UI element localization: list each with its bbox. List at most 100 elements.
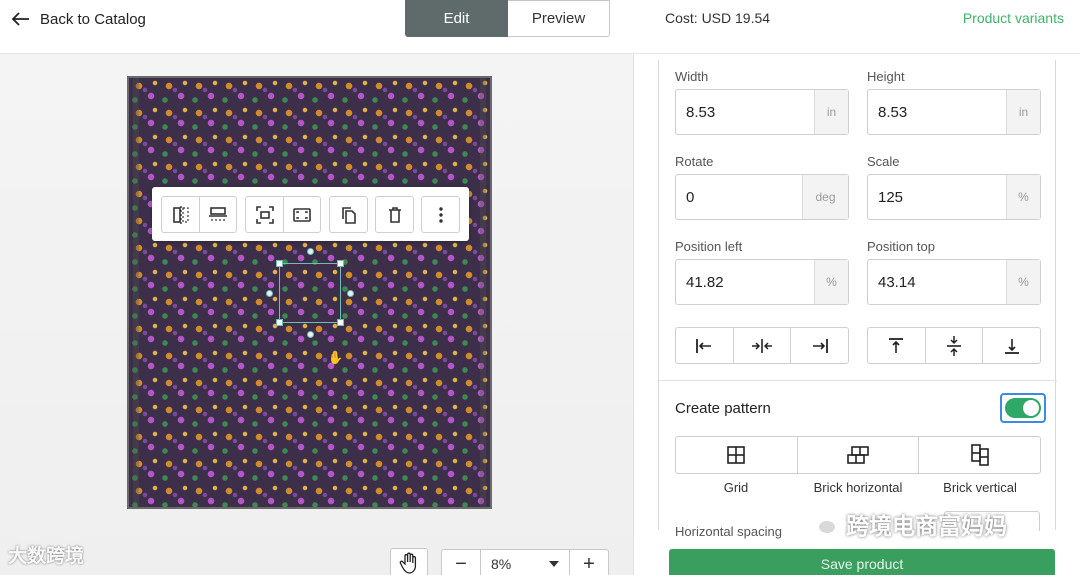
scale-field: % (867, 174, 1041, 220)
watermark-logo: 大数跨境 (8, 546, 85, 567)
width-label: Width (675, 69, 709, 84)
zoom-in-button[interactable]: + (570, 550, 608, 575)
mockup-edge-right (480, 78, 486, 507)
position-top-input[interactable] (868, 260, 1006, 304)
align-bottom-icon (1004, 338, 1019, 354)
zoom-out-button[interactable]: − (442, 550, 480, 575)
rotate-label: Rotate (675, 154, 714, 169)
save-product-button[interactable]: Save product (669, 549, 1055, 575)
tab-edit[interactable]: Edit (405, 0, 508, 37)
resize-handle[interactable] (276, 319, 283, 326)
caret-down-icon (549, 561, 559, 567)
align-middle-button[interactable] (924, 328, 983, 363)
hand-cursor-icon: ✋ (328, 351, 343, 365)
rotate-input[interactable] (676, 175, 802, 219)
rotate-field: deg (675, 174, 849, 220)
delete-button[interactable] (376, 197, 413, 232)
delete-icon (388, 206, 401, 223)
position-top-label: Position top (867, 239, 935, 254)
scale-input[interactable] (868, 175, 1006, 219)
scale-unit: % (1006, 175, 1040, 219)
duplicate-button[interactable] (330, 197, 367, 232)
duplicate-icon (341, 206, 356, 224)
scale-label: Scale (867, 154, 900, 169)
pan-tool-button[interactable] (390, 548, 428, 575)
duplicate-group (329, 196, 368, 233)
align-bottom-button[interactable] (982, 328, 1040, 363)
flip-vertical-icon (209, 206, 227, 221)
align-top-icon (889, 337, 904, 353)
mockup-edge-left (133, 78, 139, 507)
width-unit: in (814, 90, 848, 134)
align-middle-vertical-icon (947, 335, 961, 356)
toggle-knob (1023, 400, 1039, 416)
mode-tabs: Edit Preview (405, 0, 610, 37)
width-field: in (675, 89, 849, 135)
section-divider (659, 380, 1057, 381)
flip-horizontal-icon (172, 205, 189, 224)
align-center-horizontal-button[interactable] (732, 328, 791, 363)
resize-handle[interactable] (337, 260, 344, 267)
align-right-button[interactable] (790, 328, 848, 363)
delete-group (375, 196, 414, 233)
height-unit: in (1006, 90, 1040, 134)
grid-icon (727, 446, 746, 464)
resize-handle[interactable] (276, 260, 283, 267)
pattern-brick-horizontal-button[interactable] (796, 437, 919, 473)
rotate-handle[interactable] (307, 248, 314, 255)
brick-vertical-icon (970, 444, 989, 466)
more-options-button[interactable] (422, 197, 459, 232)
wechat-icon (807, 513, 837, 535)
resize-handle[interactable] (337, 319, 344, 326)
position-left-input[interactable] (676, 260, 814, 304)
resize-handle[interactable] (266, 290, 273, 297)
position-top-unit: % (1006, 260, 1040, 304)
tab-preview[interactable]: Preview (508, 0, 610, 37)
rotate-unit: deg (802, 175, 848, 219)
flip-horizontal-button[interactable] (162, 197, 199, 232)
cost-label: Cost: USD 19.54 (665, 10, 771, 26)
toggle-switch (1005, 398, 1041, 418)
design-canvas[interactable]: ✋ (0, 54, 633, 575)
wechat-watermark: 跨境电商富妈妈 (806, 509, 1007, 539)
watermark-text: 跨境电商富妈妈 (846, 513, 1007, 539)
position-left-field: % (675, 259, 849, 305)
horizontal-align-group (675, 327, 849, 364)
properties-panel: Width in Height in Rotate deg Scale % Po… (633, 54, 1080, 575)
align-right-icon (812, 338, 828, 353)
arrow-left-icon (12, 12, 29, 26)
align-top-button[interactable] (868, 328, 925, 363)
pattern-brick-vertical-label: Brick vertical (943, 480, 1017, 495)
width-input[interactable] (676, 90, 814, 134)
height-label: Height (867, 69, 905, 84)
more-group (421, 196, 460, 233)
align-center-horizontal-icon (752, 338, 772, 353)
pattern-grid-label: Grid (723, 480, 749, 495)
pattern-type-labels: Grid Brick horizontal Brick vertical (675, 480, 1041, 495)
pattern-brick-vertical-button[interactable] (918, 437, 1040, 473)
back-to-catalog-link[interactable]: Back to Catalog (12, 8, 146, 30)
product-variants-link[interactable]: Product variants (963, 10, 1064, 26)
position-left-unit: % (814, 260, 848, 304)
fit-button[interactable] (246, 197, 283, 232)
pattern-type-group (675, 436, 1041, 474)
fit-icon (255, 205, 274, 224)
flip-vertical-button[interactable] (199, 197, 236, 232)
align-left-button[interactable] (676, 328, 733, 363)
create-pattern-toggle[interactable] (1000, 393, 1046, 423)
fill-button[interactable] (283, 197, 320, 232)
fill-icon (293, 207, 311, 222)
height-input[interactable] (868, 90, 1006, 134)
selection-box[interactable] (266, 248, 354, 338)
resize-handle[interactable] (347, 290, 354, 297)
height-field: in (867, 89, 1041, 135)
element-toolbar (152, 187, 469, 241)
position-left-label: Position left (675, 239, 743, 254)
pattern-grid-button[interactable] (676, 437, 797, 473)
zoom-select[interactable]: 8% (480, 550, 570, 575)
resize-handle[interactable] (307, 331, 314, 338)
fit-group (245, 196, 321, 233)
zoom-value: 8% (491, 556, 512, 572)
brick-horizontal-icon (847, 446, 869, 464)
create-pattern-label: Create pattern (675, 400, 771, 417)
